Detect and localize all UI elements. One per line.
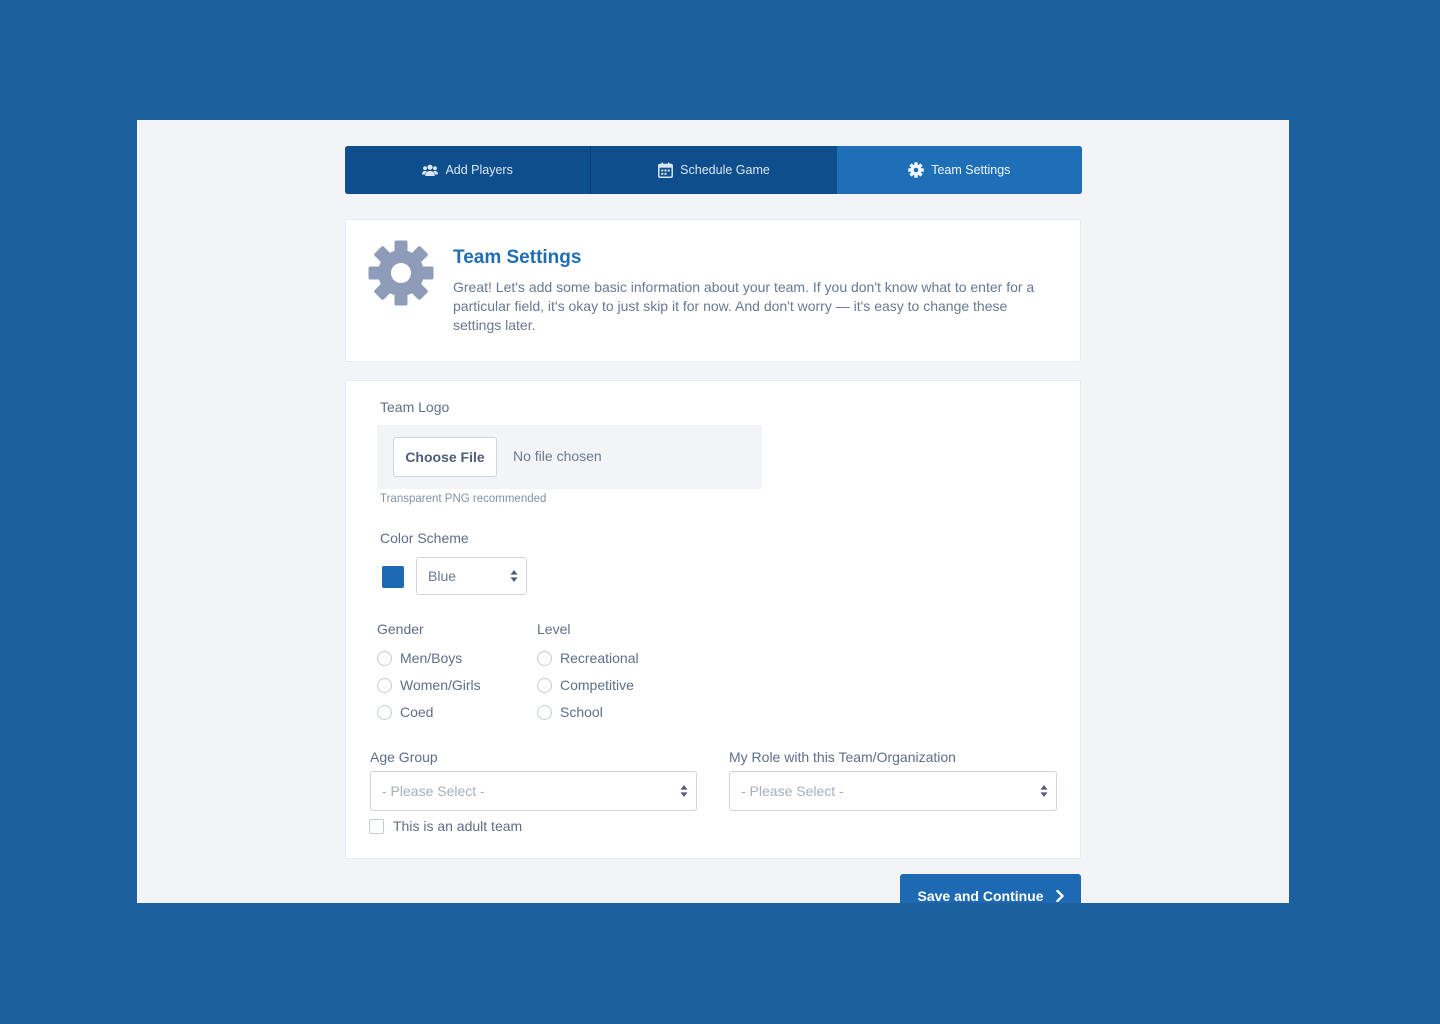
select-arrows-icon: [1040, 785, 1048, 797]
level-option-school[interactable]: School: [537, 704, 603, 720]
radio-label: Men/Boys: [400, 650, 463, 666]
page-content: Add Players Schedule Game Team Settings …: [345, 146, 1082, 859]
gender-label: Gender: [377, 621, 424, 637]
chevron-right-icon: [1055, 890, 1064, 902]
gender-option-women-girls[interactable]: Women/Girls: [377, 677, 481, 693]
select-arrows-icon: [510, 570, 518, 582]
checkbox-label: This is an adult team: [393, 818, 523, 834]
color-swatch: [382, 566, 404, 588]
tab-team-settings[interactable]: Team Settings: [836, 146, 1082, 194]
color-scheme-value: Blue: [428, 568, 457, 584]
radio-button[interactable]: [377, 650, 392, 666]
radio-label: Competitive: [560, 677, 634, 693]
role-placeholder: - Please Select -: [741, 783, 844, 799]
gender-option-coed[interactable]: Coed: [377, 704, 433, 720]
age-group-placeholder: - Please Select -: [382, 783, 485, 799]
team-logo-hint: Transparent PNG recommended: [380, 493, 547, 505]
radio-button[interactable]: [537, 704, 552, 720]
team-settings-form: Team Logo Choose File No file chosen Tra…: [345, 380, 1081, 859]
tab-schedule-game[interactable]: Schedule Game: [590, 146, 837, 194]
team-logo-upload: Choose File No file chosen: [377, 425, 762, 489]
save-and-continue-button[interactable]: Save and Continue: [900, 874, 1081, 903]
age-group-select[interactable]: - Please Select -: [370, 771, 697, 811]
gear-icon: [368, 240, 434, 306]
adult-team-option[interactable]: This is an adult team: [369, 818, 522, 834]
role-select[interactable]: - Please Select -: [729, 771, 1057, 811]
tab-add-players[interactable]: Add Players: [345, 146, 591, 194]
role-label: My Role with this Team/Organization: [729, 749, 956, 765]
radio-button[interactable]: [537, 650, 552, 666]
intro-description: Great! Let's add some basic information …: [453, 279, 1035, 333]
radio-button[interactable]: [377, 704, 392, 720]
radio-label: School: [560, 704, 603, 720]
level-option-competitive[interactable]: Competitive: [537, 677, 634, 693]
select-arrows-icon: [680, 785, 688, 797]
file-status: No file chosen: [513, 448, 602, 464]
color-scheme-select[interactable]: Blue: [416, 557, 527, 595]
radio-label: Coed: [400, 704, 434, 720]
app-viewport: Add Players Schedule Game Team Settings …: [137, 120, 1289, 903]
intro-card: Team Settings Great! Let's add some basi…: [345, 219, 1081, 362]
choose-file-button[interactable]: Choose File: [393, 437, 497, 477]
tab-label: Team Settings: [931, 163, 1011, 177]
users-icon: [422, 164, 439, 176]
tab-label: Add Players: [445, 163, 513, 177]
gender-option-men-boys[interactable]: Men/Boys: [377, 650, 462, 666]
radio-label: Women/Girls: [400, 677, 481, 693]
radio-button[interactable]: [377, 677, 392, 693]
team-logo-label: Team Logo: [380, 399, 450, 415]
level-label: Level: [537, 621, 571, 637]
wizard-tabs: Add Players Schedule Game Team Settings: [345, 146, 1082, 194]
save-button-label: Save and Continue: [917, 888, 1044, 903]
age-group-label: Age Group: [370, 749, 438, 765]
adult-team-checkbox[interactable]: [369, 818, 384, 834]
radio-label: Recreational: [560, 650, 639, 666]
color-scheme-label: Color Scheme: [380, 530, 469, 546]
level-option-recreational[interactable]: Recreational: [537, 650, 639, 666]
tab-label: Schedule Game: [680, 163, 770, 177]
gear-icon: [908, 162, 925, 178]
radio-button[interactable]: [537, 677, 552, 693]
calendar-icon: [658, 162, 674, 178]
page-title: Team Settings: [453, 247, 582, 268]
intro-text: Team Settings Great! Let's add some basi…: [453, 247, 1053, 335]
